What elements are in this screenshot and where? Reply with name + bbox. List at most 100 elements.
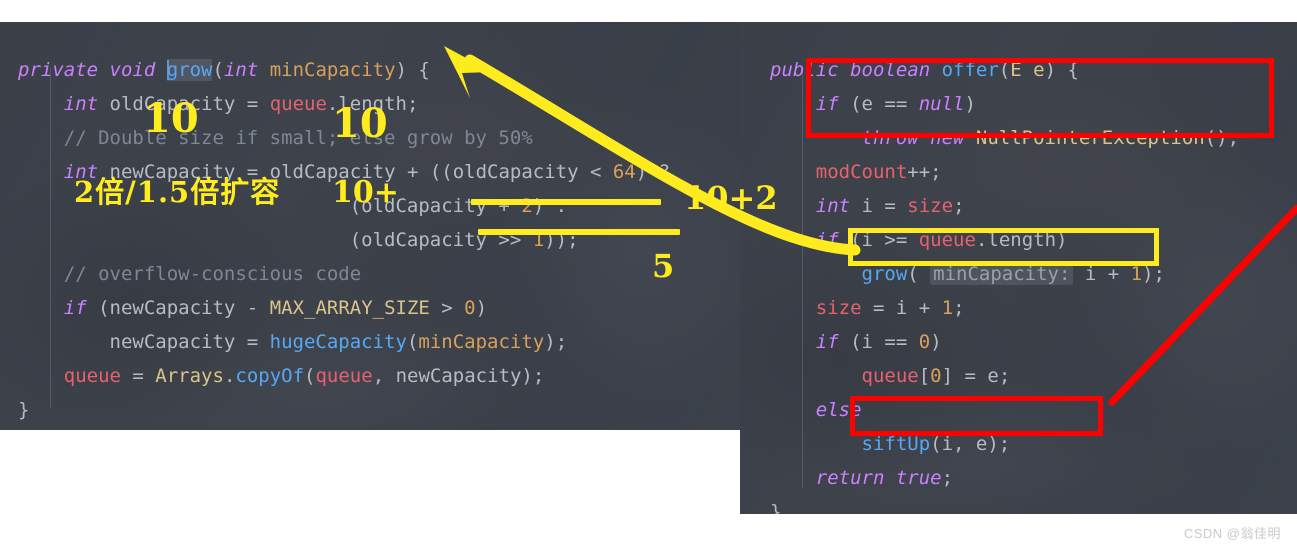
code-token: , newCapacity); (372, 365, 545, 387)
code-token: queue (63, 365, 121, 387)
code-token: (oldCapacity + (18, 195, 522, 217)
csdn-watermark: CSDN @翁佳明 (1183, 526, 1281, 541)
code-token: modCount (815, 161, 908, 183)
code-token: int (223, 59, 270, 81)
code-token: int (63, 93, 110, 115)
code-token: 64 (612, 161, 636, 183)
code-token: ) ? (635, 161, 671, 183)
code-token: ; (953, 195, 965, 217)
code-token: ++; (907, 161, 942, 183)
code-token: minCapacity (418, 331, 545, 353)
code-token: int (815, 195, 862, 217)
code-token: )); (544, 229, 579, 251)
left-code-panel: private void grow(int minCapacity) { int… (0, 22, 748, 430)
code-token: queue (315, 365, 373, 387)
code-token: true (895, 467, 942, 489)
code-token: ; (941, 467, 954, 489)
code-token: 2 (521, 195, 533, 217)
right-code-text[interactable]: public boolean offer(E e) { if (e == nul… (740, 41, 1297, 514)
code-token: ) (930, 331, 942, 353)
code-token: newCapacity = oldCapacity + ((oldCapacit… (109, 161, 613, 183)
code-token: i = (861, 195, 908, 217)
code-token: offer (941, 59, 999, 81)
code-token: minCapacity: (930, 263, 1074, 285)
code-token: (i == (850, 331, 919, 353)
code-token: (); (1204, 127, 1240, 149)
code-token: } (18, 399, 30, 421)
code-token: queue (918, 229, 976, 251)
code-token: = i + (861, 297, 942, 319)
code-token: queue (861, 365, 919, 387)
code-token: ( (212, 59, 224, 81)
code-token: (i >= (850, 229, 919, 251)
code-token: size (907, 195, 954, 217)
code-token: [ (918, 365, 931, 387)
code-token: (i, e); (930, 433, 1011, 455)
code-token: ) { (395, 59, 430, 81)
code-token: = (120, 365, 156, 387)
code-token: i + (1073, 263, 1131, 285)
code-token: hugeCapacity (269, 331, 407, 353)
code-token: . (223, 365, 236, 387)
code-token: ( (304, 365, 316, 387)
code-token: // overflow-conscious code (18, 263, 362, 285)
code-token: if (815, 93, 851, 115)
code-token: NullPointerException (975, 127, 1205, 149)
code-token: minCapacity (269, 59, 396, 81)
code-token: MAX_ARRAY_SIZE (269, 297, 430, 319)
code-token: ; (953, 297, 965, 319)
right-code-panel: public boolean offer(E e) { if (e == nul… (740, 22, 1297, 514)
left-code-text[interactable]: private void grow(int minCapacity) { int… (0, 41, 748, 421)
code-token: 1 (532, 229, 545, 251)
code-token: int (63, 161, 110, 183)
code-token: // Double size if small; else grow by 50… (18, 127, 533, 149)
code-token: ( (406, 331, 419, 353)
code-token: siftUp (861, 433, 931, 455)
code-token: ( (998, 59, 1011, 81)
code-token: if (815, 331, 851, 353)
code-token: ( (907, 263, 931, 285)
code-token: ) { (1044, 59, 1079, 81)
code-token: } (770, 501, 782, 514)
code-token: (e == (850, 93, 919, 115)
code-token: ) (964, 93, 976, 115)
code-token: 1 (1130, 263, 1143, 285)
code-token: copyOf (235, 365, 305, 387)
code-token: ] = e; (941, 365, 1011, 387)
code-token: ); (544, 331, 568, 353)
code-token: E e (1010, 59, 1045, 81)
code-token: .length; (326, 93, 419, 115)
code-token: if (63, 297, 99, 319)
code-token: size (815, 297, 862, 319)
code-token: public (770, 59, 851, 81)
code-token: new (930, 127, 976, 149)
code-token: grow (166, 59, 213, 81)
code-token: queue (269, 93, 327, 115)
code-token: 0 (918, 331, 931, 353)
code-token: null (918, 93, 965, 115)
code-token: ) : (532, 195, 568, 217)
code-token: grow (861, 263, 908, 285)
code-token: boolean (850, 59, 942, 81)
code-token: > (429, 297, 465, 319)
code-token: (newCapacity - (98, 297, 270, 319)
code-token: 1 (941, 297, 954, 319)
code-token: private (18, 59, 110, 81)
code-token: newCapacity = (18, 331, 270, 353)
code-token: (oldCapacity >> (18, 229, 533, 251)
